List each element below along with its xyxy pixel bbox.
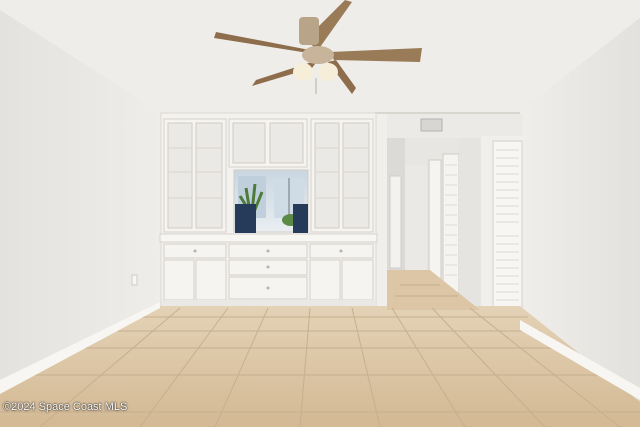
louvered-closet-doors [481,136,523,310]
built-in-cabinet [159,112,378,309]
countertop [159,233,378,243]
outlet-icon [131,274,138,286]
decor-sign-left [235,204,256,233]
room-photo [0,0,640,427]
decor-sign-right [293,204,308,233]
vent-icon [420,118,443,132]
wall-column [375,114,387,310]
mls-watermark: ©2024 Space Coast MLS [3,401,128,413]
